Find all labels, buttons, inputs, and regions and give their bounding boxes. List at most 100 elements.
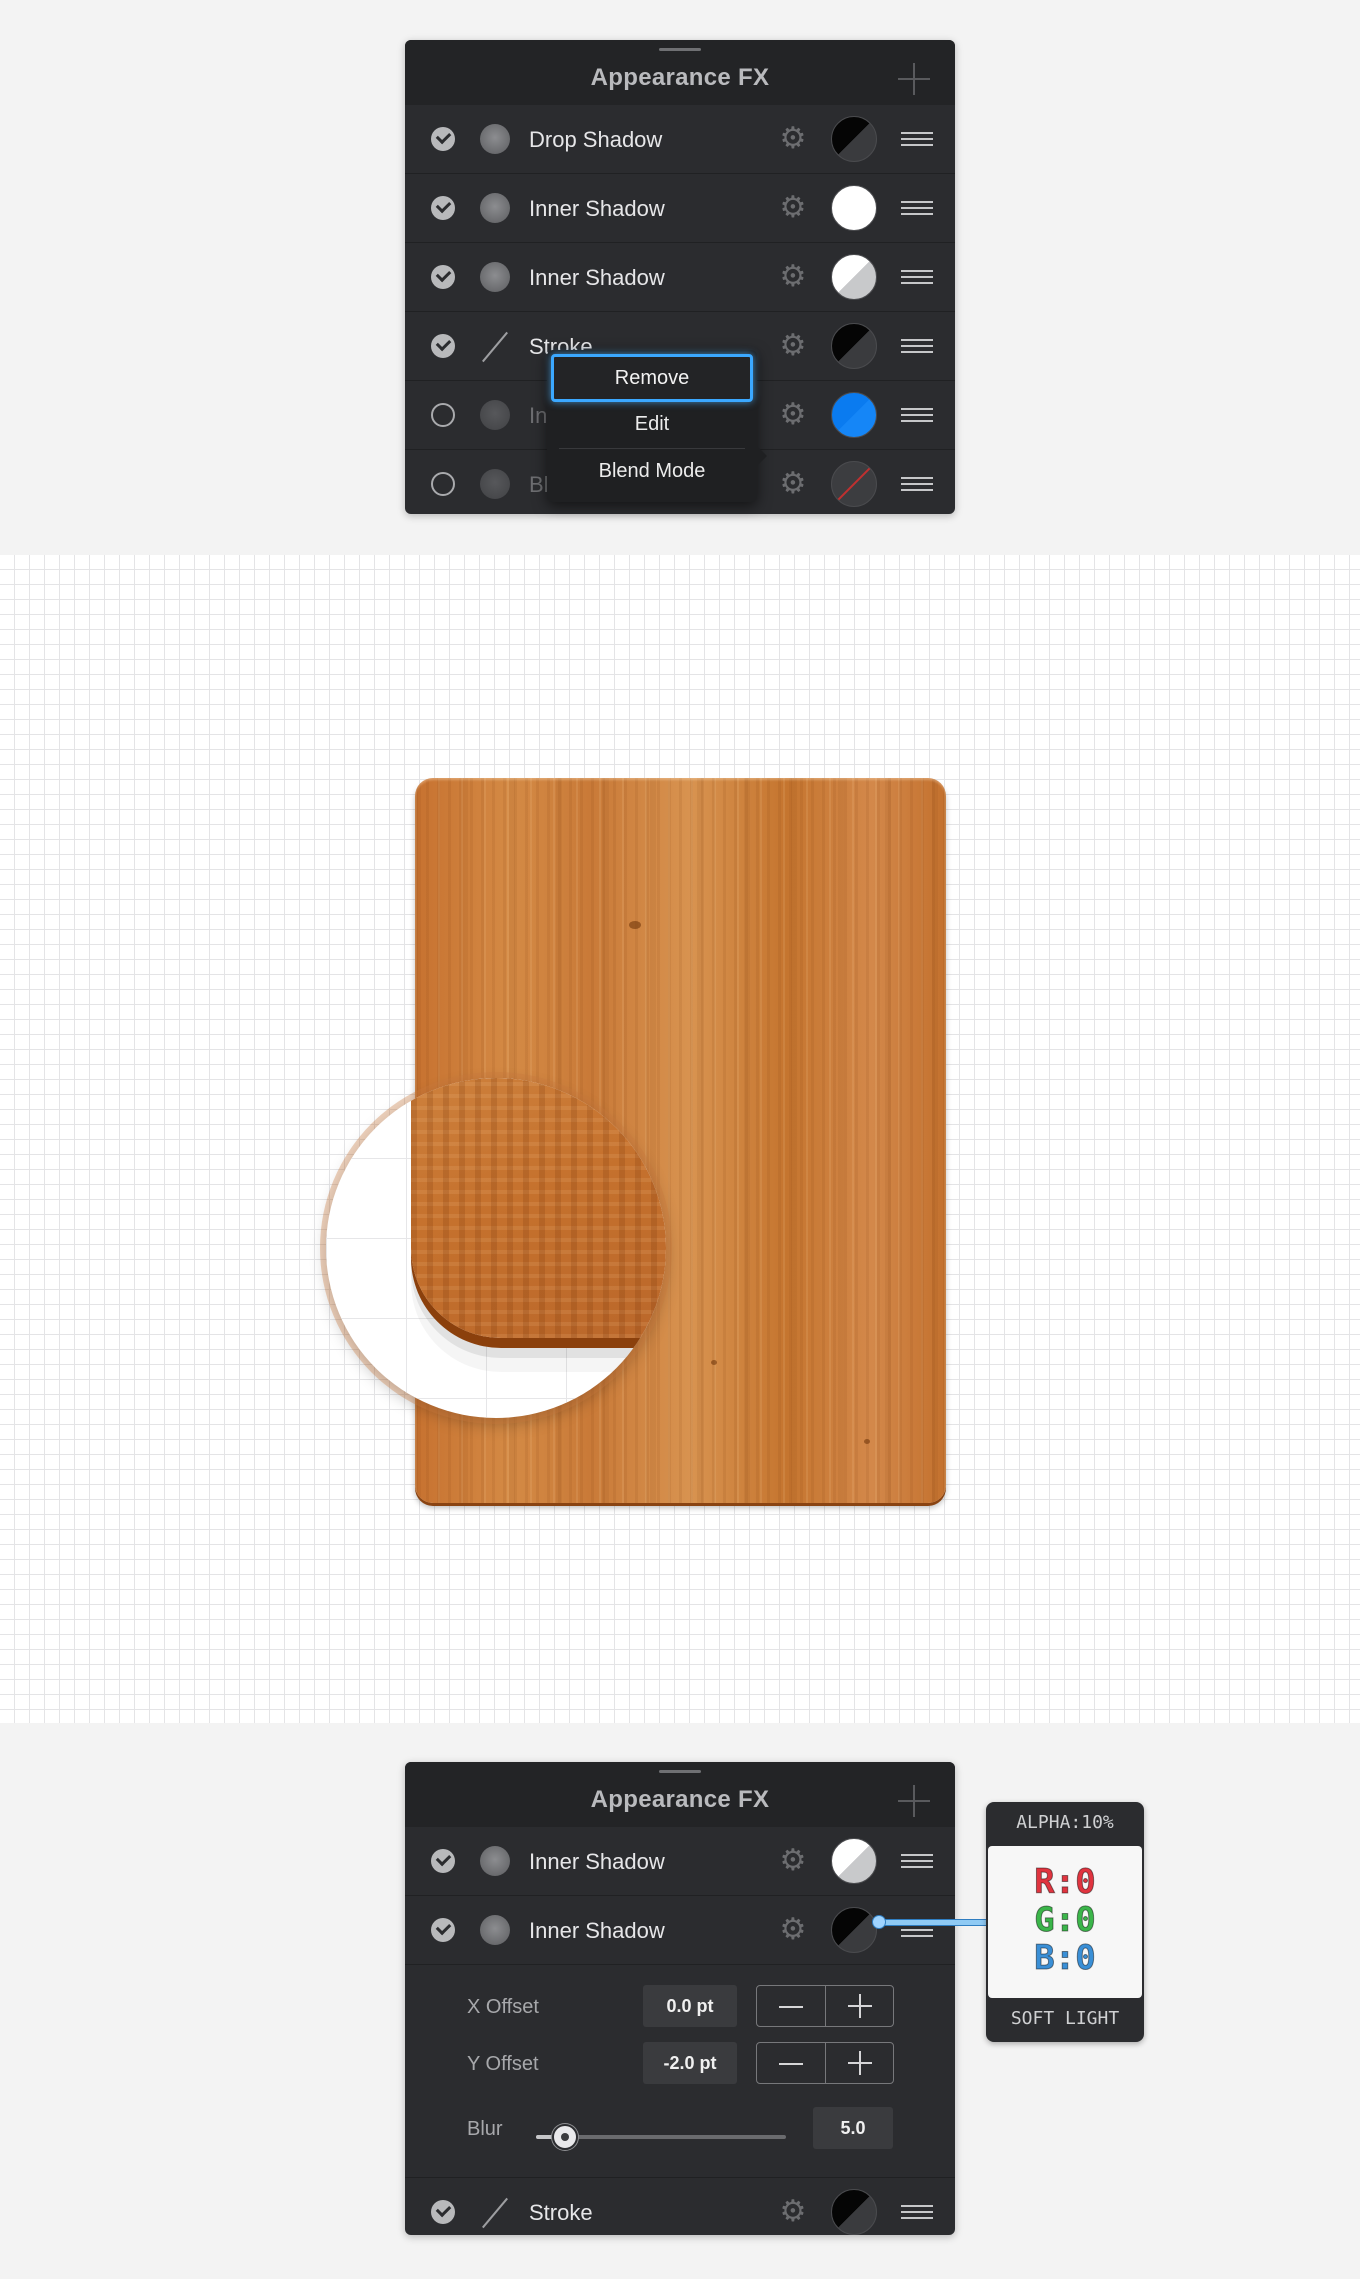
menu-item-blend-mode[interactable]: Blend Mode bbox=[547, 460, 757, 483]
shadow-type-icon bbox=[480, 262, 510, 292]
blur-type-icon bbox=[480, 469, 510, 499]
shadow-type-icon bbox=[480, 193, 510, 223]
gear-icon[interactable]: ⚙ bbox=[777, 1914, 809, 1946]
shadow-type-icon bbox=[480, 1846, 510, 1876]
color-swatch[interactable] bbox=[831, 1907, 877, 1953]
drag-handle-icon[interactable] bbox=[901, 2205, 933, 2219]
color-swatch[interactable] bbox=[831, 461, 877, 507]
effect-row-inner-shadow-2[interactable]: Inner Shadow ⚙ bbox=[405, 243, 955, 312]
stroke-type-icon bbox=[480, 331, 510, 361]
effect-label: Bl bbox=[529, 472, 549, 497]
gear-icon[interactable]: ⚙ bbox=[777, 1845, 809, 1877]
blur-slider-knob[interactable] bbox=[551, 2124, 578, 2150]
color-callout: ALPHA:10% R:0 G:0 B:0 SOFT LIGHT bbox=[986, 1802, 1144, 2042]
x-offset-field[interactable]: 0.0 pt bbox=[643, 1985, 737, 2027]
callout-blend-mode: SOFT LIGHT bbox=[1010, 2008, 1120, 2029]
minus-icon[interactable] bbox=[779, 2006, 803, 2008]
magnified-wood-corner bbox=[411, 1078, 666, 1338]
wood-knot bbox=[629, 921, 641, 929]
callout-green-value: G:0 bbox=[1034, 1900, 1096, 1941]
effect-label: Drop Shadow bbox=[529, 127, 663, 152]
zoom-magnifier bbox=[326, 1078, 666, 1418]
menu-separator bbox=[559, 448, 745, 449]
panel-grab-handle[interactable] bbox=[659, 1770, 701, 1773]
x-offset-label: X Offset bbox=[467, 1996, 539, 2018]
appearance-fx-panel-bottom: Appearance FX Inner Shadow ⚙ Inner Shado… bbox=[405, 1762, 955, 2235]
drag-handle-icon[interactable] bbox=[901, 408, 933, 422]
drag-handle-icon[interactable] bbox=[901, 339, 933, 353]
effect-row-inner-shadow-1[interactable]: Inner Shadow ⚙ bbox=[405, 174, 955, 243]
shadow-type-icon bbox=[480, 1915, 510, 1945]
callout-rgb-card: R:0 G:0 B:0 bbox=[988, 1846, 1142, 1998]
wood-knot bbox=[864, 1439, 870, 1444]
gear-icon[interactable]: ⚙ bbox=[777, 399, 809, 431]
stroke-type-icon bbox=[480, 2197, 510, 2227]
callout-alpha: ALPHA:10% bbox=[1016, 1812, 1114, 1833]
drag-handle-icon[interactable] bbox=[901, 270, 933, 284]
gear-icon[interactable]: ⚙ bbox=[777, 2196, 809, 2228]
callout-blue-value: B:0 bbox=[1034, 1938, 1096, 1979]
panel-title: Appearance FX bbox=[590, 1786, 770, 1813]
stepper-divider bbox=[825, 2043, 826, 2083]
drag-handle-icon[interactable] bbox=[901, 1854, 933, 1868]
effect-label: Stroke bbox=[529, 2200, 593, 2225]
color-swatch[interactable] bbox=[831, 1838, 877, 1884]
minus-icon[interactable] bbox=[779, 2063, 803, 2065]
y-offset-label: Y Offset bbox=[467, 2053, 539, 2075]
effect-label: Inner Shadow bbox=[529, 265, 665, 290]
effect-row-drop-shadow[interactable]: Drop Shadow ⚙ bbox=[405, 105, 955, 174]
context-menu: Remove Edit Blend Mode bbox=[547, 350, 757, 502]
plus-icon-bar bbox=[848, 2062, 872, 2064]
color-swatch[interactable] bbox=[831, 392, 877, 438]
check-icon[interactable] bbox=[431, 127, 455, 151]
drag-handle-icon[interactable] bbox=[901, 201, 933, 215]
blur-value-field[interactable]: 5.0 bbox=[813, 2107, 893, 2149]
color-swatch[interactable] bbox=[831, 323, 877, 369]
submenu-arrow-icon bbox=[757, 446, 767, 466]
check-icon[interactable] bbox=[431, 196, 455, 220]
gear-icon[interactable]: ⚙ bbox=[777, 192, 809, 224]
stepper-divider bbox=[825, 1986, 826, 2026]
blur-label: Blur bbox=[467, 2118, 503, 2140]
check-icon[interactable] bbox=[431, 334, 455, 358]
check-icon[interactable] bbox=[431, 1918, 455, 1942]
x-offset-stepper[interactable] bbox=[756, 1985, 894, 2027]
menu-item-remove[interactable]: Remove bbox=[551, 354, 753, 402]
effect-label: Inner Shadow bbox=[529, 196, 665, 221]
panel-grab-handle[interactable] bbox=[659, 48, 701, 51]
callout-connector bbox=[876, 1919, 986, 1926]
gear-icon[interactable]: ⚙ bbox=[777, 468, 809, 500]
color-swatch[interactable] bbox=[831, 185, 877, 231]
effect-settings: X Offset 0.0 pt Y Offset -2.0 pt Blur 5.… bbox=[405, 1965, 955, 2178]
panel-title: Appearance FX bbox=[590, 64, 770, 91]
effect-row-inner-shadow-2[interactable]: Inner Shadow ⚙ bbox=[405, 1896, 955, 1965]
add-effect-plus-icon[interactable] bbox=[898, 63, 930, 95]
y-offset-stepper[interactable] bbox=[756, 2042, 894, 2084]
gear-icon[interactable]: ⚙ bbox=[777, 123, 809, 155]
color-swatch[interactable] bbox=[831, 254, 877, 300]
color-swatch[interactable] bbox=[831, 2189, 877, 2235]
add-effect-plus-icon[interactable] bbox=[898, 1785, 930, 1817]
drag-handle-icon[interactable] bbox=[901, 477, 933, 491]
check-icon[interactable] bbox=[431, 265, 455, 289]
check-icon[interactable] bbox=[431, 472, 455, 496]
y-offset-field[interactable]: -2.0 pt bbox=[643, 2042, 737, 2084]
effect-row-stroke[interactable]: Stroke ⚙ bbox=[405, 2178, 955, 2235]
effect-label: Inner Shadow bbox=[529, 1849, 665, 1874]
effect-label: In bbox=[529, 403, 548, 428]
wood-knot bbox=[711, 1360, 717, 1365]
color-swatch[interactable] bbox=[831, 116, 877, 162]
effect-label: Inner Shadow bbox=[529, 1918, 665, 1943]
plus-icon-bar bbox=[848, 2005, 872, 2007]
panel-header: Appearance FX bbox=[405, 40, 955, 105]
gear-icon[interactable]: ⚙ bbox=[777, 330, 809, 362]
check-icon[interactable] bbox=[431, 2200, 455, 2224]
drag-handle-icon[interactable] bbox=[901, 132, 933, 146]
shadow-type-icon bbox=[480, 400, 510, 430]
check-icon[interactable] bbox=[431, 403, 455, 427]
menu-item-edit[interactable]: Edit bbox=[547, 413, 757, 436]
callout-connector-dot bbox=[872, 1915, 886, 1929]
gear-icon[interactable]: ⚙ bbox=[777, 261, 809, 293]
effect-row-inner-shadow-1[interactable]: Inner Shadow ⚙ bbox=[405, 1827, 955, 1896]
check-icon[interactable] bbox=[431, 1849, 455, 1873]
